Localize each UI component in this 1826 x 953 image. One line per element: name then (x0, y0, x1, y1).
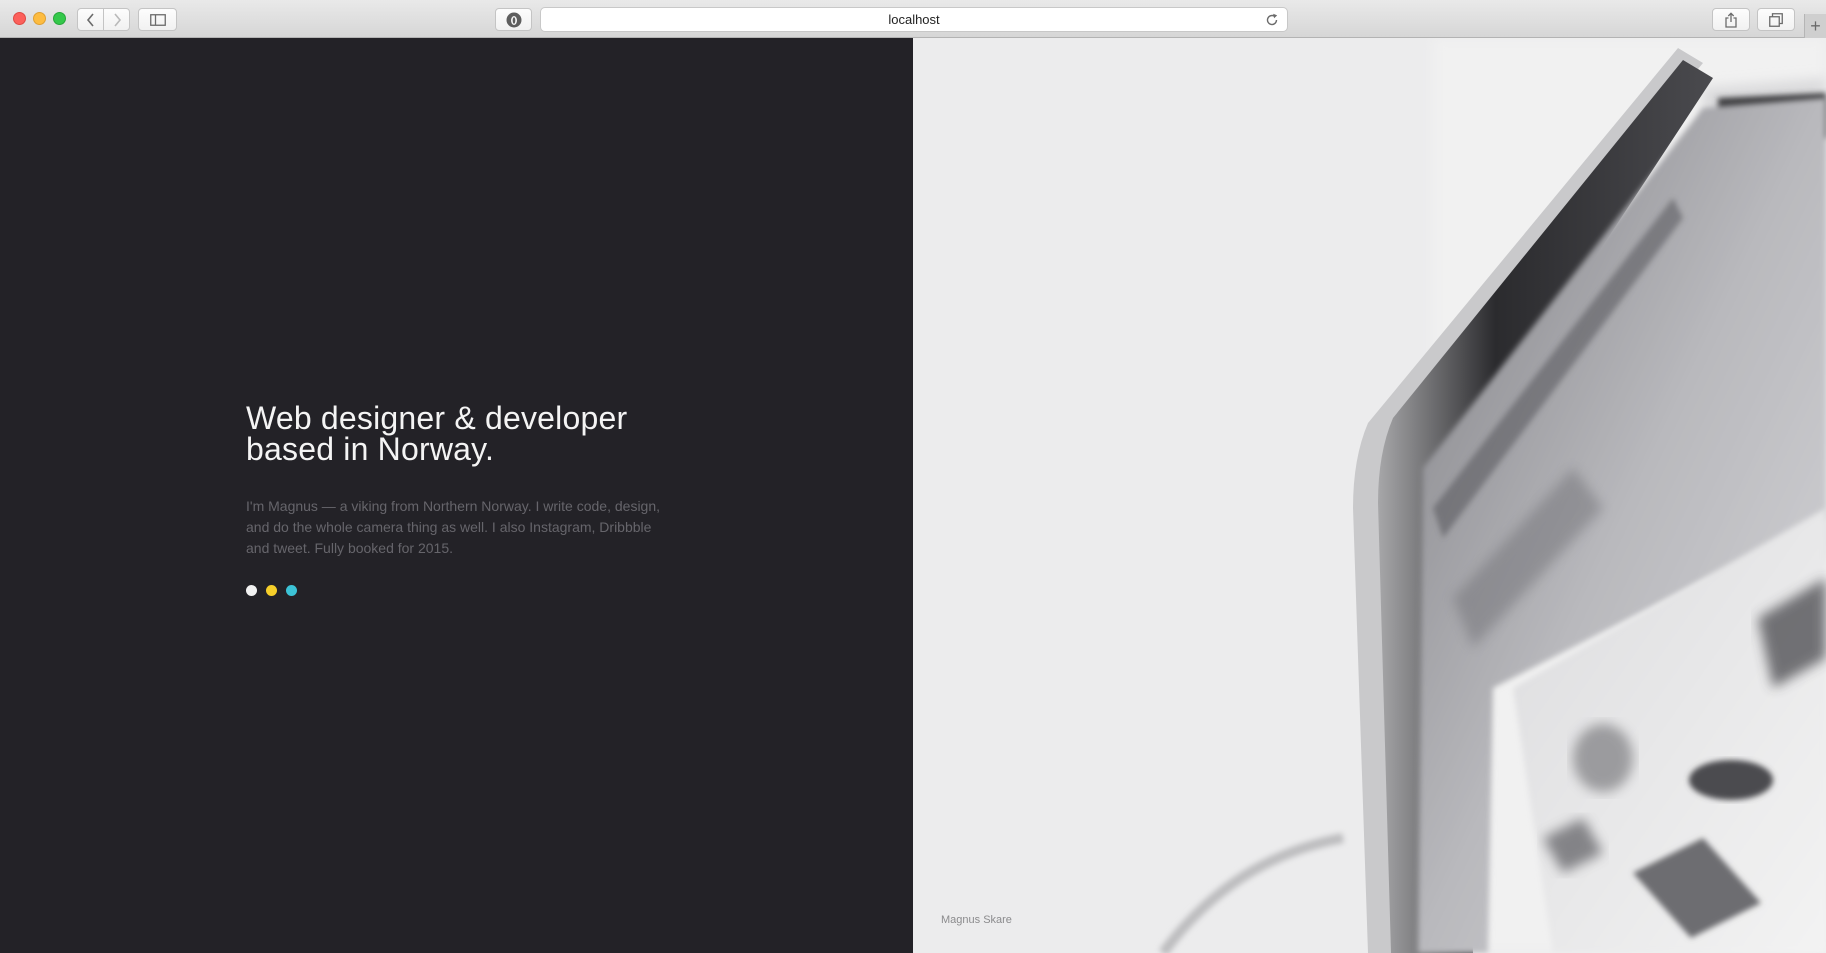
yellow-dot-icon[interactable] (266, 585, 277, 596)
reload-icon[interactable] (1265, 13, 1279, 27)
dot-indicators (246, 585, 686, 596)
sidebar-icon (149, 13, 166, 26)
chevron-right-icon (113, 12, 121, 27)
photo-credit[interactable]: Magnus Skare (941, 914, 1012, 926)
chevron-left-icon (86, 12, 94, 27)
minimize-window-button[interactable] (33, 12, 46, 25)
url-text: localhost (888, 12, 940, 27)
intro-paragraph: I'm Magnus — a viking from Northern Norw… (246, 498, 661, 556)
laptop-photo (913, 38, 1826, 953)
intro-panel: Web designer & developer based in Norway… (0, 38, 913, 953)
plus-icon: + (1810, 16, 1821, 36)
forward-button[interactable] (103, 9, 129, 30)
headline-line-1: Web designer & developer (246, 400, 628, 436)
close-window-button[interactable] (13, 12, 26, 25)
photo-panel: Magnus Skare (913, 38, 1826, 953)
privacy-extension-button[interactable] (495, 8, 532, 31)
back-button[interactable] (78, 9, 103, 30)
headline: Web designer & developer based in Norway… (246, 400, 686, 467)
maximize-window-button[interactable] (53, 12, 66, 25)
ghost-icon (506, 12, 521, 27)
tabs-overview-icon (1768, 12, 1783, 27)
sidebar-toggle-button[interactable] (138, 8, 177, 31)
share-icon (1725, 11, 1737, 28)
web-page: Web designer & developer based in Norway… (0, 38, 1826, 953)
browser-toolbar: localhost + (0, 0, 1826, 38)
show-tabs-button[interactable] (1757, 8, 1795, 31)
headline-line-2: based in Norway. (246, 431, 495, 467)
cyan-dot-icon[interactable] (286, 585, 297, 596)
navigation-buttons (77, 8, 130, 31)
address-bar[interactable]: localhost (540, 7, 1288, 32)
share-button[interactable] (1712, 8, 1750, 31)
hero: Web designer & developer based in Norway… (246, 400, 686, 596)
new-tab-button[interactable]: + (1804, 14, 1826, 38)
white-dot-icon[interactable] (246, 585, 257, 596)
